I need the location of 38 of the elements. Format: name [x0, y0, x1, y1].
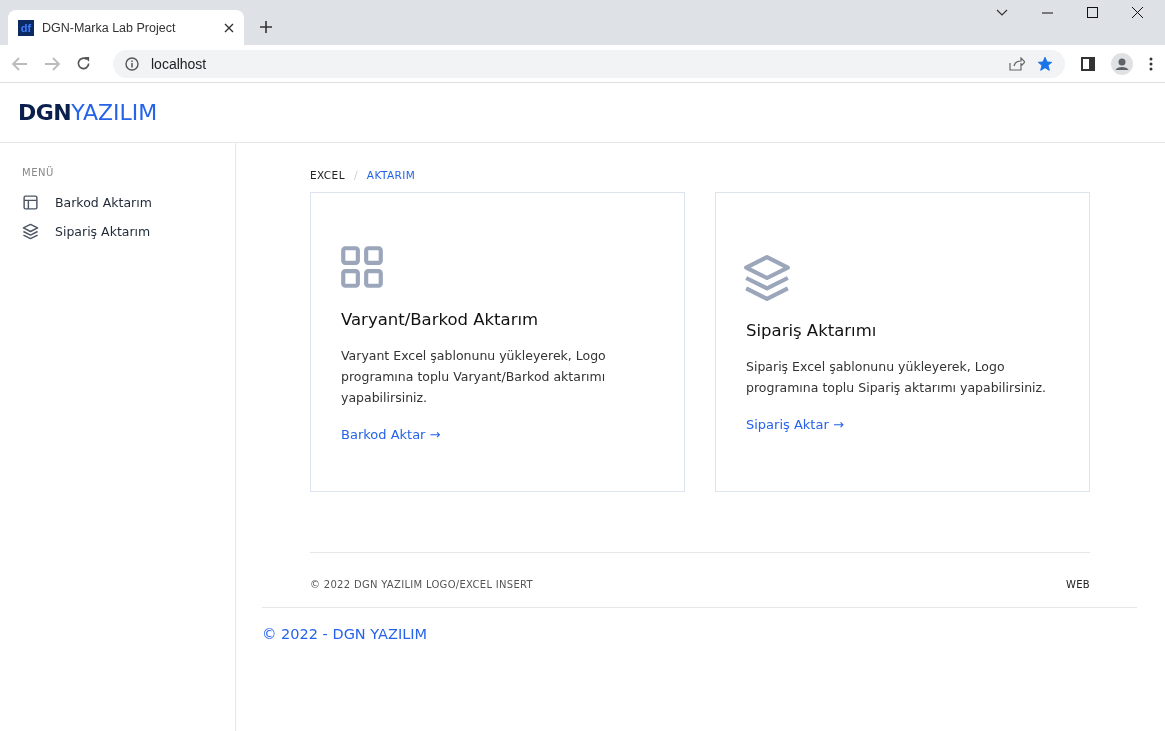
maximize-icon[interactable]	[1087, 7, 1098, 18]
reload-icon[interactable]	[76, 56, 91, 71]
menu-heading: MENÜ	[22, 167, 55, 178]
layers-icon	[742, 252, 792, 303]
page-footer-text: © 2022 - DGN YAZILIM	[262, 607, 1137, 642]
sidebar-item[interactable]: Barkod Aktarım	[22, 188, 235, 217]
share-icon[interactable]	[1009, 56, 1025, 71]
card-title: Varyant/Barkod Aktarım	[341, 310, 540, 329]
layout-icon	[22, 194, 39, 211]
url-text: localhost	[151, 55, 207, 72]
more-menu-icon[interactable]	[1149, 56, 1153, 71]
card-link[interactable]: Barkod Aktar →	[341, 427, 654, 442]
side-panel-icon[interactable]	[1081, 56, 1095, 71]
star-icon[interactable]	[1037, 55, 1053, 72]
breadcrumb-link[interactable]: EXCEL	[310, 169, 345, 181]
tab-title: DGN-Marka Lab Project	[42, 20, 177, 35]
card-description: Sipariş Excel şablonunu yükleyerek, Logo programına toplu Sipariş aktarımı yapabilirsiniz.	[746, 357, 1048, 397]
chevron-down-icon[interactable]	[996, 8, 1008, 17]
footer-copyright: © 2022 DGN YAZILIM LOGO/EXCEL INSERT	[310, 579, 533, 590]
card-title: Sipariş Aktarımı	[746, 320, 878, 340]
logo-text: YAZILIM	[71, 100, 158, 125]
card-link[interactable]: Sipariş Aktar →	[746, 416, 1059, 432]
logo-mark: DGN	[18, 100, 72, 125]
browser-tab[interactable]: df DGN-Marka Lab Project	[8, 10, 244, 45]
sidebar-item[interactable]: Sipariş Aktarım	[22, 217, 235, 246]
address-bar[interactable]: localhost	[113, 49, 1065, 78]
new-tab-icon[interactable]	[260, 21, 272, 33]
breadcrumb-link[interactable]: AKTARIM	[366, 169, 416, 181]
close-icon[interactable]	[1132, 7, 1143, 18]
footer-link[interactable]: WEB	[1066, 579, 1090, 590]
close-icon[interactable]	[224, 22, 234, 33]
profile-icon[interactable]	[1111, 52, 1133, 75]
info-icon	[125, 56, 139, 71]
layers-icon	[22, 223, 39, 240]
minimize-icon[interactable]	[1042, 11, 1053, 14]
breadcrumb-separator: /	[353, 169, 358, 181]
card-description: Varyant Excel şablonunu yükleyerek, Logo programına toplu Varyant/Barkod aktarımı yapabilirsiniz.	[341, 347, 607, 407]
favicon: df	[18, 19, 34, 36]
